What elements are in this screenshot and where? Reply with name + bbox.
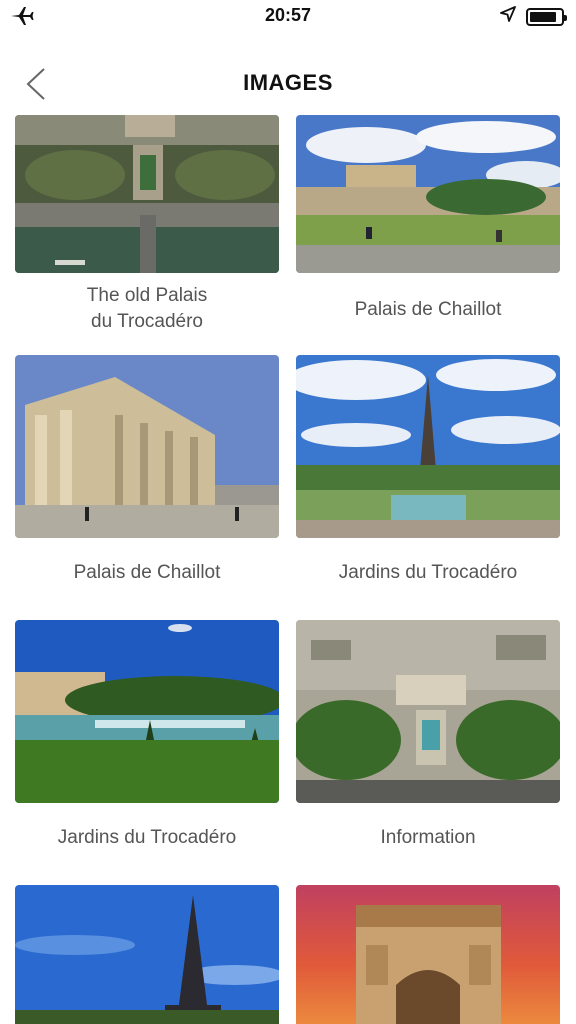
gallery-thumbnail[interactable] <box>15 115 279 273</box>
gallery-caption: The old Palais du Trocadéro <box>86 285 208 332</box>
status-bar: 20:57 <box>0 0 576 34</box>
gallery-item-jardins-1[interactable]: Jardins du Trocadéro <box>296 355 560 586</box>
gallery-item-palais-de-chaillot[interactable]: Palais de Chaillot <box>296 115 560 323</box>
gallery-thumbnail[interactable] <box>296 115 560 273</box>
gallery-item-information[interactable]: Information <box>296 620 560 851</box>
gallery-thumbnail[interactable] <box>296 355 560 538</box>
navigation-bar: IMAGES <box>0 56 576 112</box>
gallery-thumbnail[interactable] <box>15 620 279 803</box>
page-title: IMAGES <box>243 70 333 95</box>
gallery-thumbnail[interactable] <box>15 885 279 1024</box>
gallery-caption: Information <box>380 827 476 848</box>
gallery-thumbnail[interactable] <box>296 885 560 1024</box>
gallery-item-eiffel-tower[interactable] <box>15 885 279 1024</box>
gallery-caption: Jardins du Trocadéro <box>57 827 237 848</box>
battery-icon <box>526 7 567 26</box>
gallery-caption: Palais de Chaillot <box>73 562 221 583</box>
gallery-caption: Jardins du Trocadéro <box>338 562 518 583</box>
gallery-item-old-palais[interactable]: The old Palais du Trocadéro <box>15 115 279 335</box>
gallery-caption: Palais de Chaillot <box>354 299 502 320</box>
gallery-thumbnail[interactable] <box>296 620 560 803</box>
status-time: 20:57 <box>264 5 312 25</box>
location-arrow-icon <box>500 6 516 27</box>
gallery-item-palais-de-chaillot-2[interactable]: Palais de Chaillot <box>15 355 279 586</box>
gallery-item-jardins-2[interactable]: Jardins du Trocadéro <box>15 620 279 851</box>
gallery-thumbnail[interactable] <box>15 355 279 538</box>
gallery-item-arc-de-triomphe[interactable] <box>296 885 560 1024</box>
